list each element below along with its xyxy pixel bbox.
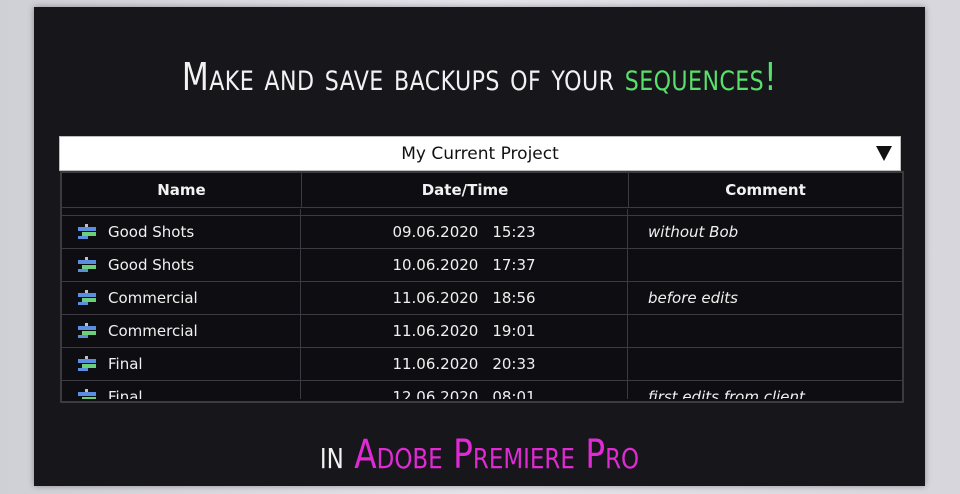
cell-name: Final xyxy=(62,348,301,380)
cell-comment[interactable] xyxy=(628,348,901,380)
backup-time: 15:23 xyxy=(492,223,536,241)
table-row[interactable]: Good Shots 10.06.2020 17:37 xyxy=(62,249,902,282)
backup-date: 12.06.2020 xyxy=(392,388,479,399)
sequence-icon xyxy=(78,290,96,306)
cell-datetime: 11.06.2020 18:56 xyxy=(301,282,628,314)
backup-time: 20:33 xyxy=(492,355,536,373)
cell-name: Commercial xyxy=(62,282,301,314)
headline-accent: sequences! xyxy=(624,55,778,99)
backup-time: 19:01 xyxy=(492,322,536,340)
sequence-icon xyxy=(78,356,96,372)
cell-comment[interactable] xyxy=(628,249,901,281)
sequence-name: Final xyxy=(108,355,143,373)
project-dropdown[interactable]: My Current Project xyxy=(59,136,901,171)
backup-table: Name Date/Time Comment Good Shots 09.06.2… xyxy=(60,171,904,403)
sequence-name: Final xyxy=(108,388,143,399)
cell-name: Good Shots xyxy=(62,249,301,281)
table-rows: Good Shots 09.06.2020 15:23 without Bob Good… xyxy=(62,209,902,399)
sequence-name: Commercial xyxy=(108,289,198,307)
cell-datetime: 10.06.2020 17:37 xyxy=(301,249,628,281)
column-header-name[interactable]: Name xyxy=(62,173,302,207)
sequence-icon xyxy=(78,323,96,339)
sequence-name: Good Shots xyxy=(108,256,195,274)
table-header: Name Date/Time Comment xyxy=(62,173,902,208)
table-row[interactable]: Commercial 11.06.2020 18:56 before edits xyxy=(62,282,902,315)
backup-time: 08:01 xyxy=(492,388,536,399)
cell-comment[interactable] xyxy=(628,209,901,215)
cell-datetime: 11.06.2020 20:33 xyxy=(301,348,628,380)
sequence-icon xyxy=(78,389,96,399)
headline: Make and save backups of your sequences! xyxy=(114,51,845,103)
backup-panel: My Current Project Name Date/Time Commen… xyxy=(59,135,904,403)
table-row[interactable]: Final 11.06.2020 20:33 xyxy=(62,348,902,381)
cell-comment[interactable]: before edits xyxy=(628,282,901,314)
table-row[interactable] xyxy=(62,209,902,216)
cell-datetime: 09.06.2020 15:23 xyxy=(301,216,628,248)
sequence-icon xyxy=(78,224,96,240)
cell-name: Final xyxy=(62,381,301,399)
footer: in Adobe Premiere Pro xyxy=(114,427,845,483)
project-dropdown-value: My Current Project xyxy=(401,143,559,164)
cell-name xyxy=(62,209,301,215)
table-row[interactable]: Final 12.06.2020 08:01 first edits from cli… xyxy=(62,381,902,399)
footer-prefix: in xyxy=(319,432,344,478)
column-header-datetime[interactable]: Date/Time xyxy=(302,173,629,207)
backup-date: 10.06.2020 xyxy=(392,256,479,274)
backup-date: 09.06.2020 xyxy=(392,223,479,241)
cell-datetime xyxy=(301,209,628,215)
backup-date: 11.06.2020 xyxy=(392,355,479,373)
backup-time: 17:37 xyxy=(492,256,536,274)
column-header-comment[interactable]: Comment xyxy=(629,173,902,207)
cell-name: Good Shots xyxy=(62,216,301,248)
cell-datetime: 11.06.2020 19:01 xyxy=(301,315,628,347)
backup-date: 11.06.2020 xyxy=(392,289,479,307)
cell-datetime: 12.06.2020 08:01 xyxy=(301,381,628,399)
footer-accent: Adobe Premiere Pro xyxy=(354,432,640,478)
table-row[interactable]: Commercial 11.06.2020 19:01 xyxy=(62,315,902,348)
table-body[interactable]: Good Shots 09.06.2020 15:23 without Bob Good… xyxy=(62,209,902,399)
cell-name: Commercial xyxy=(62,315,301,347)
table-row[interactable]: Good Shots 09.06.2020 15:23 without Bob xyxy=(62,216,902,249)
sequence-icon xyxy=(78,257,96,273)
sequence-name: Good Shots xyxy=(108,223,195,241)
sequence-name: Commercial xyxy=(108,322,198,340)
cell-comment[interactable] xyxy=(628,315,901,347)
triangle-down-icon[interactable] xyxy=(876,146,892,161)
headline-main: Make and save backups of your xyxy=(181,55,615,99)
slide: Make and save backups of your sequences!… xyxy=(34,7,925,486)
backup-date: 11.06.2020 xyxy=(392,322,479,340)
cell-comment[interactable]: first edits from client xyxy=(628,381,901,399)
cell-comment[interactable]: without Bob xyxy=(628,216,901,248)
backup-time: 18:56 xyxy=(492,289,536,307)
